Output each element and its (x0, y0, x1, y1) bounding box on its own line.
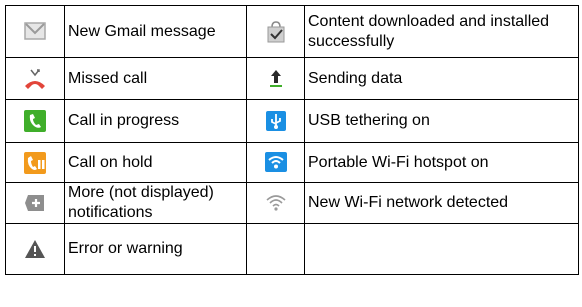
table-row: More (not displayed) notifications New W… (5, 182, 579, 224)
description-cell: Error or warning (64, 223, 247, 275)
missed-call-icon (23, 68, 47, 90)
notification-icons-table: New Gmail message Content downloaded and… (5, 5, 579, 275)
description-cell: USB tethering on (304, 99, 579, 143)
description-cell: New Gmail message (64, 5, 247, 58)
icon-cell (5, 182, 65, 224)
icon-cell (246, 5, 305, 58)
description-cell: Call on hold (64, 142, 247, 183)
icon-cell (246, 182, 305, 224)
table-row: New Gmail message Content downloaded and… (5, 5, 579, 58)
description-cell: New Wi-Fi network detected (304, 182, 579, 224)
icon-cell (5, 57, 65, 100)
table-row: Missed call Sending data (5, 57, 579, 100)
empty-icon-cell (246, 223, 305, 275)
more-notifications-plus-icon (25, 194, 45, 212)
icon-cell (5, 5, 65, 58)
table-row: Call in progress USB tethering on (5, 99, 579, 143)
call-on-hold-icon (24, 151, 46, 174)
empty-description-cell (304, 223, 579, 275)
gmail-envelope-icon (24, 22, 46, 41)
table-row: Error or warning (5, 223, 579, 275)
warning-triangle-icon (24, 239, 46, 259)
icon-cell (246, 99, 305, 143)
icon-cell (5, 223, 65, 275)
usb-icon (265, 110, 286, 131)
icon-cell (246, 142, 305, 183)
description-cell: Content downloaded and installed success… (304, 5, 579, 58)
description-cell: Missed call (64, 57, 247, 100)
description-cell: More (not displayed) notifications (64, 182, 247, 224)
icon-cell (5, 142, 65, 183)
description-cell: Call in progress (64, 99, 247, 143)
description-cell: Portable Wi-Fi hotspot on (304, 142, 579, 183)
icon-cell (246, 57, 305, 100)
wifi-network-icon (265, 194, 287, 212)
icon-cell (5, 99, 65, 143)
description-cell: Sending data (304, 57, 579, 100)
call-in-progress-icon (24, 110, 46, 132)
table-row: Call on hold Portable Wi-Fi hotspot on (5, 142, 579, 183)
upload-arrow-icon (269, 68, 283, 88)
download-complete-bag-icon (266, 20, 286, 43)
wifi-hotspot-icon (264, 152, 287, 173)
